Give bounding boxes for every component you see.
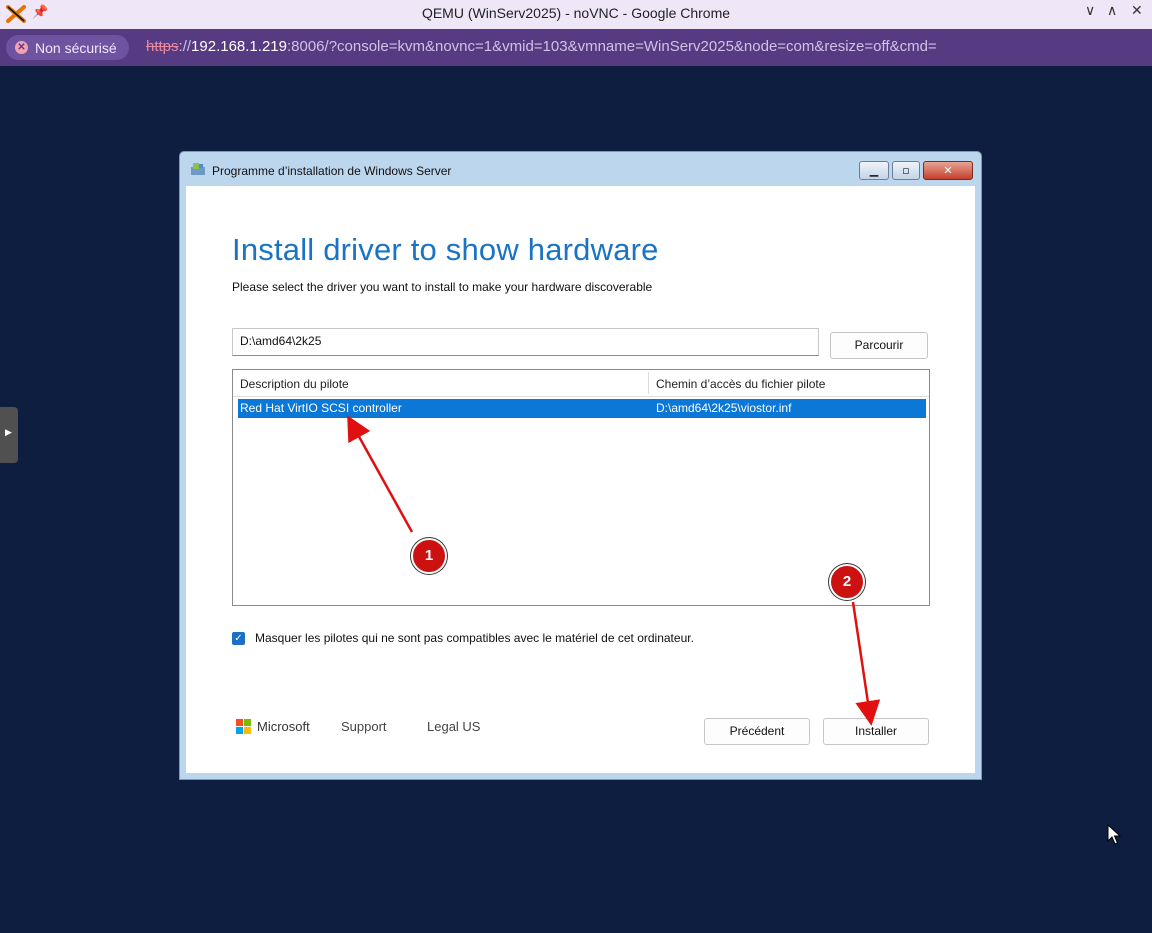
address-bar[interactable]: ✕ Non sécurisé https://192.168.1.219:800…	[0, 29, 1152, 66]
column-header-path[interactable]: Chemin d’accès du fichier pilote	[656, 377, 825, 391]
page-subtitle: Please select the driver you want to ins…	[232, 280, 653, 294]
microsoft-brand: Microsoft	[257, 719, 310, 734]
setup-window-title: Programme d’installation de Windows Serv…	[212, 164, 452, 178]
back-button[interactable]: Précédent	[704, 718, 810, 745]
minimize-button[interactable]: ▁	[859, 161, 889, 180]
support-link[interactable]: Support	[341, 719, 387, 734]
driver-path: D:\amd64\2k25\viostor.inf	[656, 401, 792, 415]
close-window-button[interactable]: ✕	[923, 161, 973, 180]
hide-incompatible-option[interactable]: ✓ Masquer les pilotes qui ne sont pas co…	[232, 631, 694, 645]
close-icon: ✕	[943, 164, 953, 177]
novnc-control-bar-handle[interactable]: ▶	[0, 407, 18, 463]
microsoft-logo-icon	[236, 719, 252, 735]
browser-titlebar: 📌 QEMU (WinServ2025) - noVNC - Google Ch…	[0, 0, 1152, 29]
hide-incompatible-checkbox[interactable]: ✓	[232, 631, 245, 645]
driver-path-input[interactable]: D:\amd64\2k25	[232, 328, 819, 356]
hide-incompatible-label: Masquer les pilotes qui ne sont pas comp…	[255, 631, 694, 645]
chevron-up-icon[interactable]: ∧	[1107, 3, 1117, 19]
not-secure-icon: ✕	[15, 41, 28, 54]
setup-client-area: Install driver to show hardware Please s…	[186, 186, 975, 773]
url-path: :8006/?console=kvm&novnc=1&vmid=103&vmna…	[286, 38, 937, 55]
annotation-badge-2: 2	[829, 564, 865, 600]
driver-list-header: Description du pilote Chemin d’accès du …	[233, 370, 929, 397]
driver-list[interactable]: Description du pilote Chemin d’accès du …	[232, 369, 930, 606]
url-scheme: https	[146, 38, 179, 55]
security-chip-label: Non sécurisé	[35, 39, 117, 56]
page-title: Install driver to show hardware	[232, 232, 659, 267]
column-header-description[interactable]: Description du pilote	[240, 377, 349, 391]
close-icon[interactable]: ✕	[1131, 3, 1143, 19]
url-host: 192.168.1.219	[191, 38, 287, 55]
maximize-icon: ▫	[902, 164, 910, 177]
url-text[interactable]: https://192.168.1.219:8006/?console=kvm&…	[146, 38, 937, 55]
chevron-down-icon[interactable]: ∨	[1085, 3, 1095, 19]
expand-arrow-icon: ▶	[5, 428, 12, 438]
driver-row-selected[interactable]: Red Hat VirtIO SCSI controller D:\amd64\…	[238, 399, 926, 418]
browse-button[interactable]: Parcourir	[830, 332, 928, 359]
legal-link[interactable]: Legal US	[427, 719, 480, 734]
setup-window-titlebar[interactable]: Programme d’installation de Windows Serv…	[180, 152, 981, 186]
mouse-cursor-icon	[1107, 824, 1121, 845]
minimize-icon: ▁	[869, 164, 879, 177]
setup-window: Programme d’installation de Windows Serv…	[179, 151, 982, 780]
install-button[interactable]: Installer	[823, 718, 929, 745]
maximize-button[interactable]: ▫	[892, 161, 920, 180]
driver-description: Red Hat VirtIO SCSI controller	[240, 401, 402, 415]
annotation-badge-1: 1	[411, 538, 447, 574]
setup-app-icon	[191, 163, 205, 175]
security-chip[interactable]: ✕ Non sécurisé	[6, 35, 129, 60]
url-separator: ://	[178, 38, 192, 55]
column-separator[interactable]	[648, 372, 649, 394]
window-title: QEMU (WinServ2025) - noVNC - Google Chro…	[421, 5, 731, 21]
